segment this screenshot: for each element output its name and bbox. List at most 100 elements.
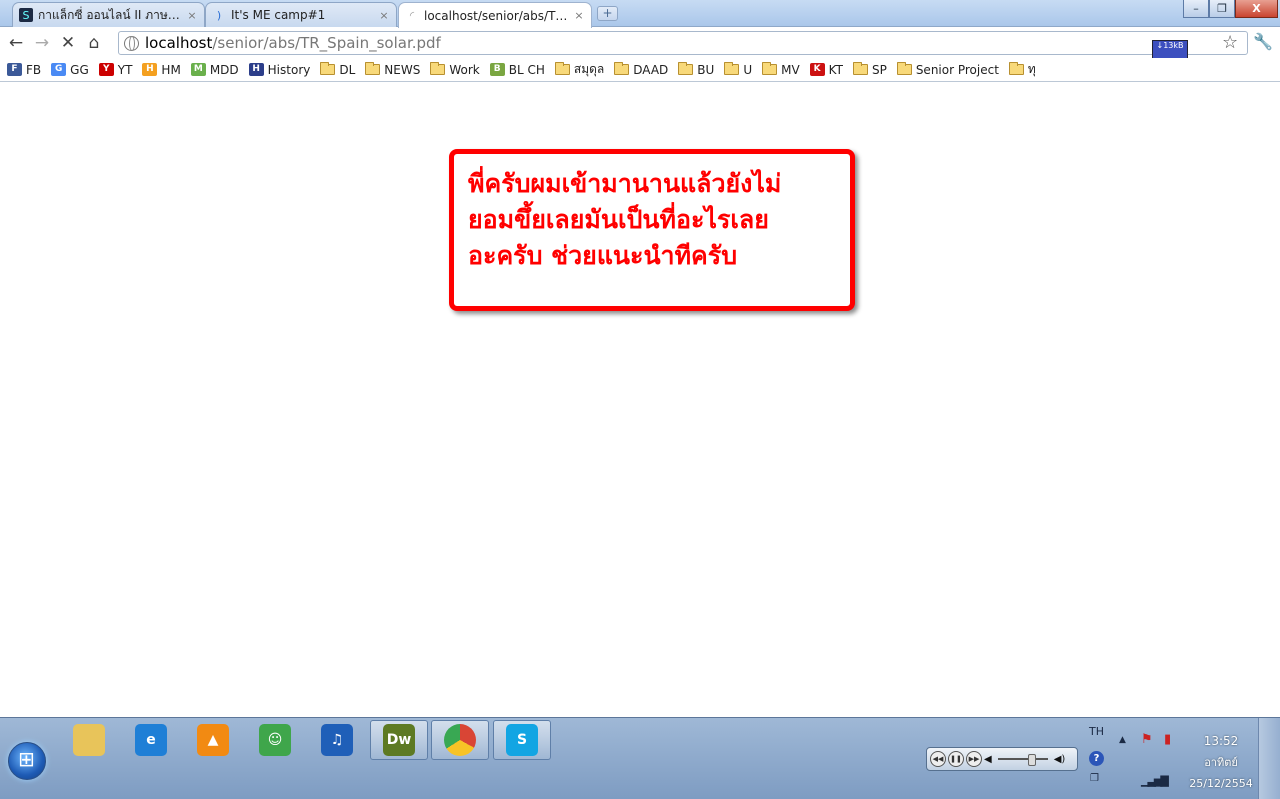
bookmark-label: MDD xyxy=(209,62,239,77)
volume-icon[interactable]: ◀ xyxy=(984,754,992,765)
browser-titlebar: S กาแล็กซี่ ออนไลน์ II ภาษาไท... × ) It'… xyxy=(0,0,1280,28)
arrow-left-icon: ← xyxy=(8,33,24,53)
galaxy-icon: S xyxy=(19,8,33,22)
history-icon: H xyxy=(248,63,264,76)
bookmark-hm[interactable]: H HM xyxy=(142,63,181,77)
loading-icon: ◜ xyxy=(409,9,415,22)
bookmark-label: KT xyxy=(828,62,843,77)
bookmark-work[interactable]: Work xyxy=(430,62,480,77)
tray-overflow-icon[interactable]: ❐ xyxy=(1090,773,1099,784)
bookmark-label: DL xyxy=(339,62,356,77)
folder-icon xyxy=(1008,62,1024,75)
address-bar[interactable]: localhost/senior/abs/TR_Spain_solar.pdf xyxy=(118,31,1248,55)
close-icon[interactable]: × xyxy=(186,9,198,22)
bookmark-senior-project[interactable]: Senior Project xyxy=(896,62,999,77)
minimize-button[interactable]: – xyxy=(1183,0,1209,18)
home-icon: ⌂ xyxy=(88,33,100,53)
messenger-icon: ☺ xyxy=(259,724,291,756)
language-indicator[interactable]: TH xyxy=(1089,725,1104,738)
loading-icon: ) xyxy=(216,8,222,22)
maximize-button[interactable]: ❐ xyxy=(1209,0,1235,18)
new-tab-button[interactable]: + xyxy=(597,6,618,21)
show-hidden-icons-icon[interactable]: ▲ xyxy=(1119,735,1126,745)
bookmark-sp[interactable]: SP xyxy=(852,62,887,77)
bookmark-u[interactable]: U xyxy=(724,62,752,77)
flask-icon: B xyxy=(489,63,505,76)
notice-box: พี่ครับผมเข้ามานานแล้วยังไม่ ยอมขึ้ยเลยม… xyxy=(449,149,855,311)
tab-label: localhost/senior/abs/TR_... xyxy=(424,8,568,23)
skype-icon: S xyxy=(506,724,538,756)
bookmark-label: BU xyxy=(697,62,715,77)
pause-icon[interactable]: ❚❚ xyxy=(948,751,964,767)
forward-button[interactable]: → xyxy=(29,30,55,56)
url-path: /senior/abs/TR_Spain_solar.pdf xyxy=(212,34,441,52)
globe-icon xyxy=(124,35,139,51)
action-center-flag-icon[interactable]: ⚑ xyxy=(1141,732,1153,747)
help-icon[interactable]: ? xyxy=(1089,751,1104,766)
browser-toolbar: ← → ✕ ⌂ localhost/senior/abs/TR_Spain_so… xyxy=(0,28,1280,58)
facebook-icon: F xyxy=(7,63,22,76)
taskbar-app-skype[interactable]: S xyxy=(493,720,551,760)
bookmark-yt[interactable]: Y YT xyxy=(98,63,132,77)
clock-date: 25/12/2554 xyxy=(1189,777,1253,790)
bookmark-สมุดุล[interactable]: สมุดุล xyxy=(554,60,604,79)
home-button[interactable]: ⌂ xyxy=(81,30,107,56)
show-desktop-button[interactable] xyxy=(1258,718,1280,799)
bookmark-history[interactable]: H History xyxy=(248,62,311,77)
taskbar-app-itunes[interactable]: ♫ xyxy=(308,720,366,760)
taskbar-app-ie[interactable]: e xyxy=(122,720,180,760)
bookmark-bl-ch[interactable]: B BL CH xyxy=(489,63,545,77)
start-button[interactable] xyxy=(8,742,46,780)
wrench-icon[interactable]: 🔧 xyxy=(1253,32,1273,51)
stop-button[interactable]: ✕ xyxy=(55,30,81,56)
bookmark-label: NEWS xyxy=(384,62,421,77)
taskbar-app-explorer[interactable] xyxy=(60,720,118,760)
folder-icon xyxy=(762,62,778,75)
close-icon[interactable]: × xyxy=(378,9,390,22)
bookmark-daad[interactable]: DAAD xyxy=(614,62,669,77)
taskbar-app-vlc[interactable]: ▲ xyxy=(184,720,242,760)
close-window-button[interactable]: X xyxy=(1235,0,1278,18)
mdd-icon: M xyxy=(190,63,206,76)
bookmark-dl[interactable]: DL xyxy=(320,62,356,77)
bookmark-fb[interactable]: F FB xyxy=(7,63,41,77)
close-icon[interactable]: × xyxy=(573,9,585,22)
back-button[interactable]: ← xyxy=(3,30,29,56)
bookmark-kt[interactable]: K KT xyxy=(809,62,843,77)
folder-icon xyxy=(365,62,381,75)
internet-explorer-icon: e xyxy=(135,724,167,756)
bookmark-label: ทุ xyxy=(1027,62,1036,76)
taskbar-app-dreamweaver[interactable]: Dw xyxy=(370,720,428,760)
hotmail-icon: H xyxy=(142,63,158,76)
taskbar-app-messenger[interactable]: ☺ xyxy=(246,720,304,760)
bookmark-gg[interactable]: G GG xyxy=(51,63,89,77)
tab-localhost[interactable]: ◜ localhost/senior/abs/TR_... × xyxy=(398,2,592,28)
tab-me-camp[interactable]: ) It's ME camp#1 × xyxy=(205,2,397,27)
bookmark-ทุ[interactable]: ทุ xyxy=(1008,60,1036,79)
folder-icon xyxy=(320,62,336,75)
bookmark-mv[interactable]: MV xyxy=(762,62,800,77)
bookmark-label: DAAD xyxy=(633,62,669,77)
forward-icon[interactable]: ▶▶ xyxy=(966,751,982,767)
rewind-icon[interactable]: ◀◀ xyxy=(930,751,946,767)
volume-slider[interactable] xyxy=(997,754,1048,766)
bookmark-mdd[interactable]: M MDD xyxy=(190,62,239,77)
folder-icon xyxy=(724,62,740,75)
vlc-icon: ▲ xyxy=(197,724,229,756)
bookmark-star-icon[interactable]: ☆ xyxy=(1222,32,1238,53)
bookmark-label: History xyxy=(267,62,311,77)
bookmark-bu[interactable]: BU xyxy=(678,62,715,77)
taskbar-app-chrome[interactable] xyxy=(431,720,489,760)
google-icon: G xyxy=(51,63,67,76)
tab-galaxy[interactable]: S กาแล็กซี่ ออนไลน์ II ภาษาไท... × xyxy=(12,2,205,27)
bookmark-news[interactable]: NEWS xyxy=(365,62,421,77)
clock[interactable]: 13:52 อาทิตย์ 25/12/2554 xyxy=(1188,731,1254,794)
notice-line: ยอมขึ้ยเลยมันเป็นที่อะไรเลย xyxy=(468,205,769,234)
power-icon[interactable]: ▮ xyxy=(1164,732,1171,747)
notice-line: พี่ครับผมเข้ามานานแล้วยังไม่ xyxy=(468,169,782,198)
bookmark-label: Senior Project xyxy=(915,62,999,77)
youtube-icon: Y xyxy=(98,63,114,76)
bookmark-label: Work xyxy=(449,62,480,77)
media-player-toolbar[interactable]: ◀◀ ❚❚ ▶▶ ◀ ◀) xyxy=(926,747,1078,771)
network-signal-icon[interactable]: ▁▃▅▇ xyxy=(1141,774,1169,787)
